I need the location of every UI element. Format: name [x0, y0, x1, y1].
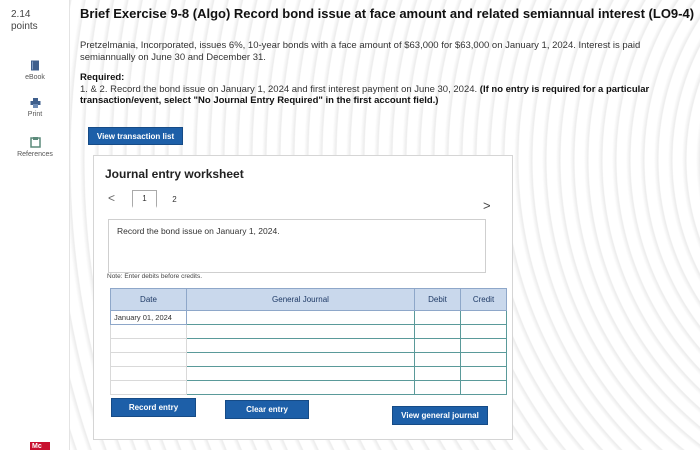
account-field[interactable] — [186, 338, 415, 353]
exercise-title: Brief Exercise 9-8 (Algo) Record bond is… — [80, 6, 695, 21]
account-field[interactable] — [186, 324, 415, 339]
credit-field[interactable] — [460, 324, 507, 339]
credit-header: Credit — [460, 288, 507, 311]
credit-field[interactable] — [460, 338, 507, 353]
previous-arrow[interactable]: < — [108, 191, 115, 205]
left-rail: 2.14 points eBook Print References Mc — [0, 0, 70, 450]
points-label: points — [11, 21, 38, 32]
debit-field[interactable] — [414, 352, 461, 367]
date-cell: January 01, 2024 — [110, 310, 187, 325]
date-cell — [110, 380, 187, 395]
date-cell — [110, 352, 187, 367]
required-instructions: 1. & 2. Record the bond issue on January… — [80, 84, 696, 106]
journal-table: Date General Journal Debit Credit Januar… — [110, 288, 507, 395]
debit-field[interactable] — [414, 338, 461, 353]
table-row — [110, 352, 507, 367]
problem-statement: Pretzelmania, Incorporated, issues 6%, 1… — [80, 40, 641, 63]
debits-credits-note: Note: Enter debits before credits. — [107, 273, 203, 280]
next-arrow[interactable]: > — [483, 198, 491, 213]
table-row — [110, 380, 507, 395]
table-row: January 01, 2024 — [110, 310, 507, 325]
tab-1[interactable]: 1 — [132, 190, 157, 208]
credit-field[interactable] — [460, 310, 507, 325]
book-icon — [31, 60, 39, 71]
print-icon — [30, 98, 40, 108]
account-field[interactable] — [186, 380, 415, 395]
journal-entry-worksheet: Journal entry worksheet < 1 2 > Record t… — [93, 155, 513, 440]
table-row — [110, 324, 507, 339]
worksheet-title: Journal entry worksheet — [105, 167, 244, 181]
debit-field[interactable] — [414, 380, 461, 395]
print-tool[interactable]: Print — [8, 98, 62, 118]
debit-header: Debit — [414, 288, 461, 311]
publisher-logo: Mc — [30, 442, 50, 450]
record-entry-button[interactable]: Record entry — [111, 398, 196, 417]
points-value: 2.14 — [11, 9, 31, 20]
account-field[interactable] — [186, 352, 415, 367]
debit-field[interactable] — [414, 366, 461, 381]
credit-field[interactable] — [460, 352, 507, 367]
account-field[interactable] — [186, 366, 415, 381]
references-tool[interactable]: References — [8, 137, 62, 158]
ebook-label: eBook — [25, 74, 45, 81]
account-field[interactable] — [186, 310, 415, 325]
references-icon — [29, 137, 41, 148]
ebook-tool[interactable]: eBook — [8, 60, 62, 81]
required-text: 1. & 2. Record the bond issue on January… — [80, 84, 478, 95]
points-display: 2.14 points — [11, 9, 38, 33]
date-cell — [110, 366, 187, 381]
required-heading: Required: — [80, 72, 125, 83]
debit-field[interactable] — [414, 310, 461, 325]
references-label: References — [17, 151, 53, 158]
print-label: Print — [27, 111, 43, 118]
transaction-instruction-box: Record the bond issue on January 1, 2024… — [108, 219, 486, 273]
clear-entry-button[interactable]: Clear entry — [225, 400, 309, 419]
date-cell — [110, 324, 187, 339]
view-general-journal-button[interactable]: View general journal — [392, 406, 488, 425]
credit-field[interactable] — [460, 366, 507, 381]
general-journal-header: General Journal — [186, 288, 415, 311]
date-header: Date — [110, 288, 187, 311]
date-cell — [110, 338, 187, 353]
tab-2[interactable]: 2 — [162, 190, 187, 208]
debit-field[interactable] — [414, 324, 461, 339]
table-row — [110, 338, 507, 353]
view-transaction-list-button[interactable]: View transaction list — [88, 127, 183, 145]
credit-field[interactable] — [460, 380, 507, 395]
table-row — [110, 366, 507, 381]
transaction-instruction: Record the bond issue on January 1, 2024… — [117, 226, 280, 236]
